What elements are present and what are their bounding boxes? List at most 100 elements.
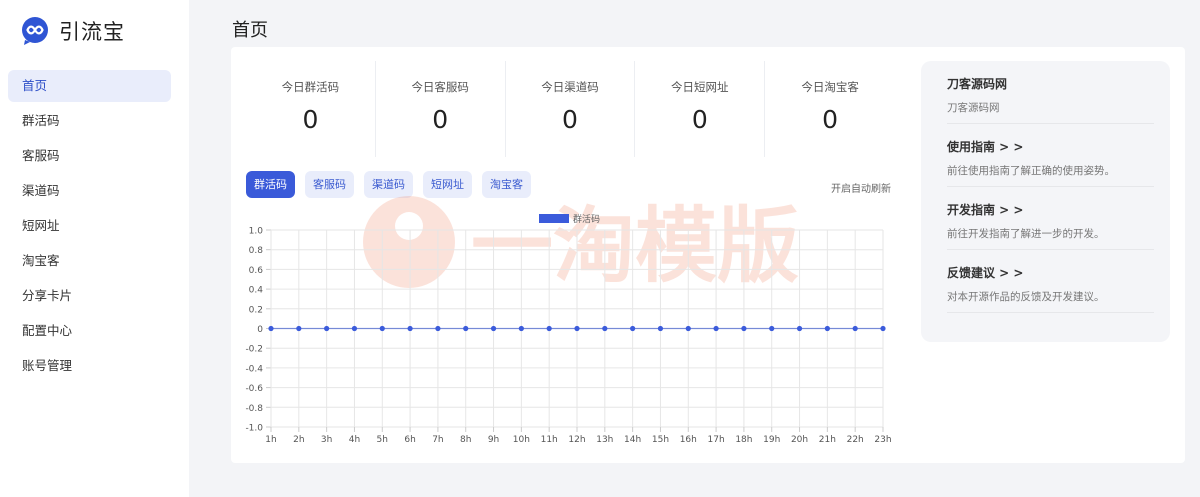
x-tick-label: 6h bbox=[404, 435, 415, 445]
stat-value: 0 bbox=[302, 105, 319, 134]
stat-value: 0 bbox=[432, 105, 449, 134]
sidebar-item-account[interactable]: 账号管理 bbox=[8, 350, 171, 382]
x-tick-label: 13h bbox=[596, 435, 613, 445]
x-tick-label: 21h bbox=[819, 435, 836, 445]
side-link-desc: 前往开发指南了解进一步的开发。 bbox=[947, 228, 1105, 240]
chart-x-ticks: 1h 2h 3h 4h 5h 6h 7h 8h 9h 10h 11h 12h 13h 14h 15h 16h 1… bbox=[265, 435, 891, 445]
side-link-title: 开发指南 > > bbox=[947, 203, 1024, 217]
y-tick-label: -0.6 bbox=[245, 384, 263, 394]
side-link-source-site[interactable]: 刀客源码网 刀客源码网 bbox=[947, 61, 1154, 124]
tab-service-code[interactable]: 客服码 bbox=[305, 171, 354, 198]
stat-value: 0 bbox=[822, 105, 839, 134]
side-link-user-guide[interactable]: 使用指南 > > 前往使用指南了解正确的使用姿势。 bbox=[947, 124, 1154, 187]
side-link-dev-guide[interactable]: 开发指南 > > 前往开发指南了解进一步的开发。 bbox=[947, 187, 1154, 250]
x-tick-label: 17h bbox=[708, 435, 725, 445]
y-tick-label: 0 bbox=[257, 325, 263, 335]
sidebar-item-home[interactable]: 首页 bbox=[8, 70, 171, 102]
x-tick-label: 15h bbox=[652, 435, 669, 445]
auto-refresh-toggle[interactable]: 开启自动刷新 bbox=[831, 180, 891, 195]
stat-label: 今日客服码 bbox=[411, 80, 469, 94]
stat-group-code: 今日群活码 0 bbox=[246, 61, 376, 157]
chart-series bbox=[268, 325, 886, 332]
data-point bbox=[824, 325, 830, 332]
data-point bbox=[741, 325, 747, 332]
data-point bbox=[713, 325, 719, 332]
tab-short-url[interactable]: 短网址 bbox=[423, 171, 472, 198]
data-point bbox=[852, 325, 858, 332]
stat-taobaoke: 今日淘宝客 0 bbox=[765, 61, 895, 157]
y-tick-label: -0.4 bbox=[245, 364, 263, 374]
sidebar-item-channel-code[interactable]: 渠道码 bbox=[8, 175, 171, 207]
sidebar-item-group-code[interactable]: 群活码 bbox=[8, 105, 171, 137]
x-tick-label: 2h bbox=[293, 435, 304, 445]
y-tick-label: 0.6 bbox=[249, 266, 264, 276]
stat-short-url: 今日短网址 0 bbox=[635, 61, 766, 157]
data-point bbox=[268, 325, 274, 332]
data-point bbox=[351, 325, 358, 332]
x-tick-label: 9h bbox=[488, 435, 499, 445]
data-point bbox=[769, 325, 775, 332]
data-point bbox=[463, 325, 469, 332]
tab-group-code[interactable]: 群活码 bbox=[246, 171, 295, 198]
side-link-title: 刀客源码网 bbox=[947, 77, 1008, 91]
side-link-desc: 刀客源码网 bbox=[947, 102, 1000, 114]
data-point bbox=[435, 325, 441, 332]
side-link-title: 反馈建议 > > bbox=[947, 266, 1024, 280]
page-title: 首页 bbox=[232, 20, 268, 41]
stats-row: 今日群活码 0 今日客服码 0 今日渠道码 0 今日短网址 0 今日淘宝客 0 bbox=[246, 61, 895, 157]
y-tick-label: 1.0 bbox=[249, 227, 264, 237]
legend-label: 群活码 bbox=[573, 213, 600, 225]
x-tick-label: 7h bbox=[432, 435, 443, 445]
x-tick-label: 1h bbox=[265, 435, 276, 445]
app-logo[interactable]: 引流宝 bbox=[20, 16, 125, 46]
x-tick-label: 10h bbox=[513, 435, 530, 445]
data-point bbox=[657, 325, 664, 332]
sidebar-item-taobaoke[interactable]: 淘宝客 bbox=[8, 245, 171, 277]
chart-grid bbox=[266, 229, 884, 432]
side-link-desc: 对本开源作品的反馈及开发建议。 bbox=[947, 291, 1105, 303]
stat-label: 今日群活码 bbox=[281, 80, 340, 94]
x-tick-label: 23h bbox=[874, 435, 891, 445]
x-tick-label: 5h bbox=[377, 435, 388, 445]
sidebar-item-short-url[interactable]: 短网址 bbox=[8, 210, 171, 242]
help-card: 刀客源码网 刀客源码网 使用指南 > > 前往使用指南了解正确的使用姿势。 开发… bbox=[921, 61, 1170, 342]
chart-legend: 群活码 bbox=[539, 213, 600, 225]
line-chart: 1.0 0.8 0.6 0.4 0.2 0 -0.2 -0.4 -0.6 -0.8 -1.0 1h 2… bbox=[245, 213, 891, 445]
x-tick-label: 20h bbox=[791, 435, 808, 445]
legend-swatch bbox=[539, 214, 569, 223]
y-tick-label: 0.8 bbox=[249, 246, 264, 256]
tab-channel-code[interactable]: 渠道码 bbox=[364, 171, 413, 198]
sidebar-item-service-code[interactable]: 客服码 bbox=[8, 140, 171, 172]
y-tick-label: 0.2 bbox=[249, 305, 263, 315]
data-point bbox=[296, 325, 302, 332]
stat-label: 今日短网址 bbox=[671, 80, 729, 94]
sidebar: 引流宝 首页 群活码 客服码 渠道码 短网址 淘宝客 分享卡片 配置中心 账号管… bbox=[0, 0, 189, 497]
data-point bbox=[630, 325, 636, 332]
sidebar-item-config-center[interactable]: 配置中心 bbox=[8, 315, 171, 347]
x-tick-label: 19h bbox=[763, 435, 780, 445]
x-tick-label: 22h bbox=[847, 435, 864, 445]
side-link-feedback[interactable]: 反馈建议 > > 对本开源作品的反馈及开发建议。 bbox=[947, 250, 1154, 313]
y-tick-label: -0.2 bbox=[245, 345, 263, 355]
x-tick-label: 16h bbox=[680, 435, 697, 445]
side-link-desc: 前往使用指南了解正确的使用姿势。 bbox=[947, 165, 1115, 177]
data-point bbox=[518, 325, 524, 332]
stat-channel-code: 今日渠道码 0 bbox=[506, 61, 636, 157]
sidebar-item-share-card[interactable]: 分享卡片 bbox=[8, 280, 171, 312]
chart-tabs: 群活码 客服码 渠道码 短网址 淘宝客 bbox=[246, 171, 541, 198]
dashboard-panel: 今日群活码 0 今日客服码 0 今日渠道码 0 今日短网址 0 今日淘宝客 0 … bbox=[231, 47, 1185, 463]
side-link-title: 使用指南 > > bbox=[947, 140, 1024, 154]
stat-value: 0 bbox=[562, 105, 578, 134]
y-tick-label: -0.8 bbox=[245, 404, 263, 414]
data-point bbox=[602, 325, 608, 332]
x-tick-label: 11h bbox=[541, 435, 558, 445]
data-point bbox=[796, 325, 803, 332]
app-name: 引流宝 bbox=[59, 20, 125, 44]
data-point bbox=[379, 325, 385, 332]
y-tick-label: 0.4 bbox=[249, 286, 264, 296]
x-tick-label: 18h bbox=[735, 435, 752, 445]
sidebar-nav: 首页 群活码 客服码 渠道码 短网址 淘宝客 分享卡片 配置中心 账号管理 bbox=[8, 70, 171, 385]
data-point bbox=[574, 325, 580, 332]
tab-taobaoke[interactable]: 淘宝客 bbox=[482, 171, 531, 198]
x-tick-label: 8h bbox=[460, 435, 471, 445]
